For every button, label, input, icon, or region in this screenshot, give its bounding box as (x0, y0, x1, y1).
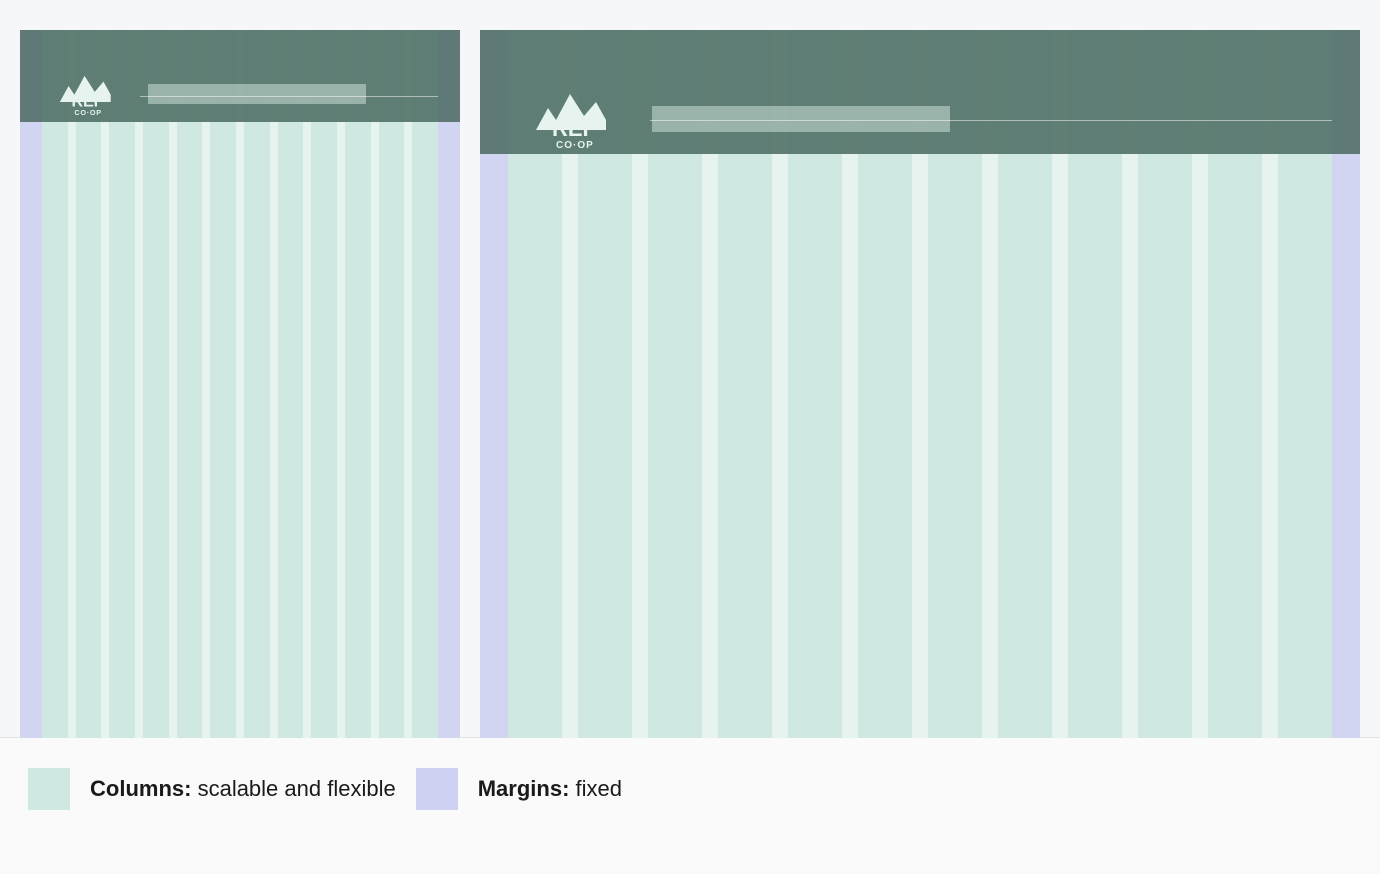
svg-text:CO·OP: CO·OP (74, 108, 101, 117)
margins-desc: fixed (576, 776, 622, 801)
columns-desc: scalable and flexible (198, 776, 396, 801)
header-divider (650, 120, 1332, 121)
margins-swatch (416, 768, 458, 810)
margin-right (438, 30, 460, 738)
legend: Columns: scalable and flexible Margins: … (0, 738, 1380, 840)
site-header: REI CO·OP (20, 30, 460, 122)
site-header: REI CO·OP (480, 30, 1360, 154)
svg-text:CO·OP: CO·OP (556, 140, 594, 151)
rei-logo-icon: REI CO·OP (528, 86, 638, 152)
search-input[interactable] (148, 84, 366, 104)
margins-label: Margins: (478, 776, 570, 801)
svg-text:REI: REI (552, 116, 589, 141)
columns-legend-text: Columns: scalable and flexible (90, 776, 396, 802)
columns-grid (42, 30, 438, 738)
rei-logo-icon: REI CO·OP (54, 70, 134, 118)
margins-legend-text: Margins: fixed (478, 776, 622, 802)
columns-swatch (28, 768, 70, 810)
diagram-stage: REI CO·OP (0, 0, 1380, 738)
search-input[interactable] (652, 106, 950, 132)
device-large: REI CO·OP (480, 30, 1360, 738)
device-small: REI CO·OP (20, 30, 460, 738)
columns-label: Columns: (90, 776, 191, 801)
header-divider (140, 96, 438, 97)
margin-left (20, 30, 42, 738)
